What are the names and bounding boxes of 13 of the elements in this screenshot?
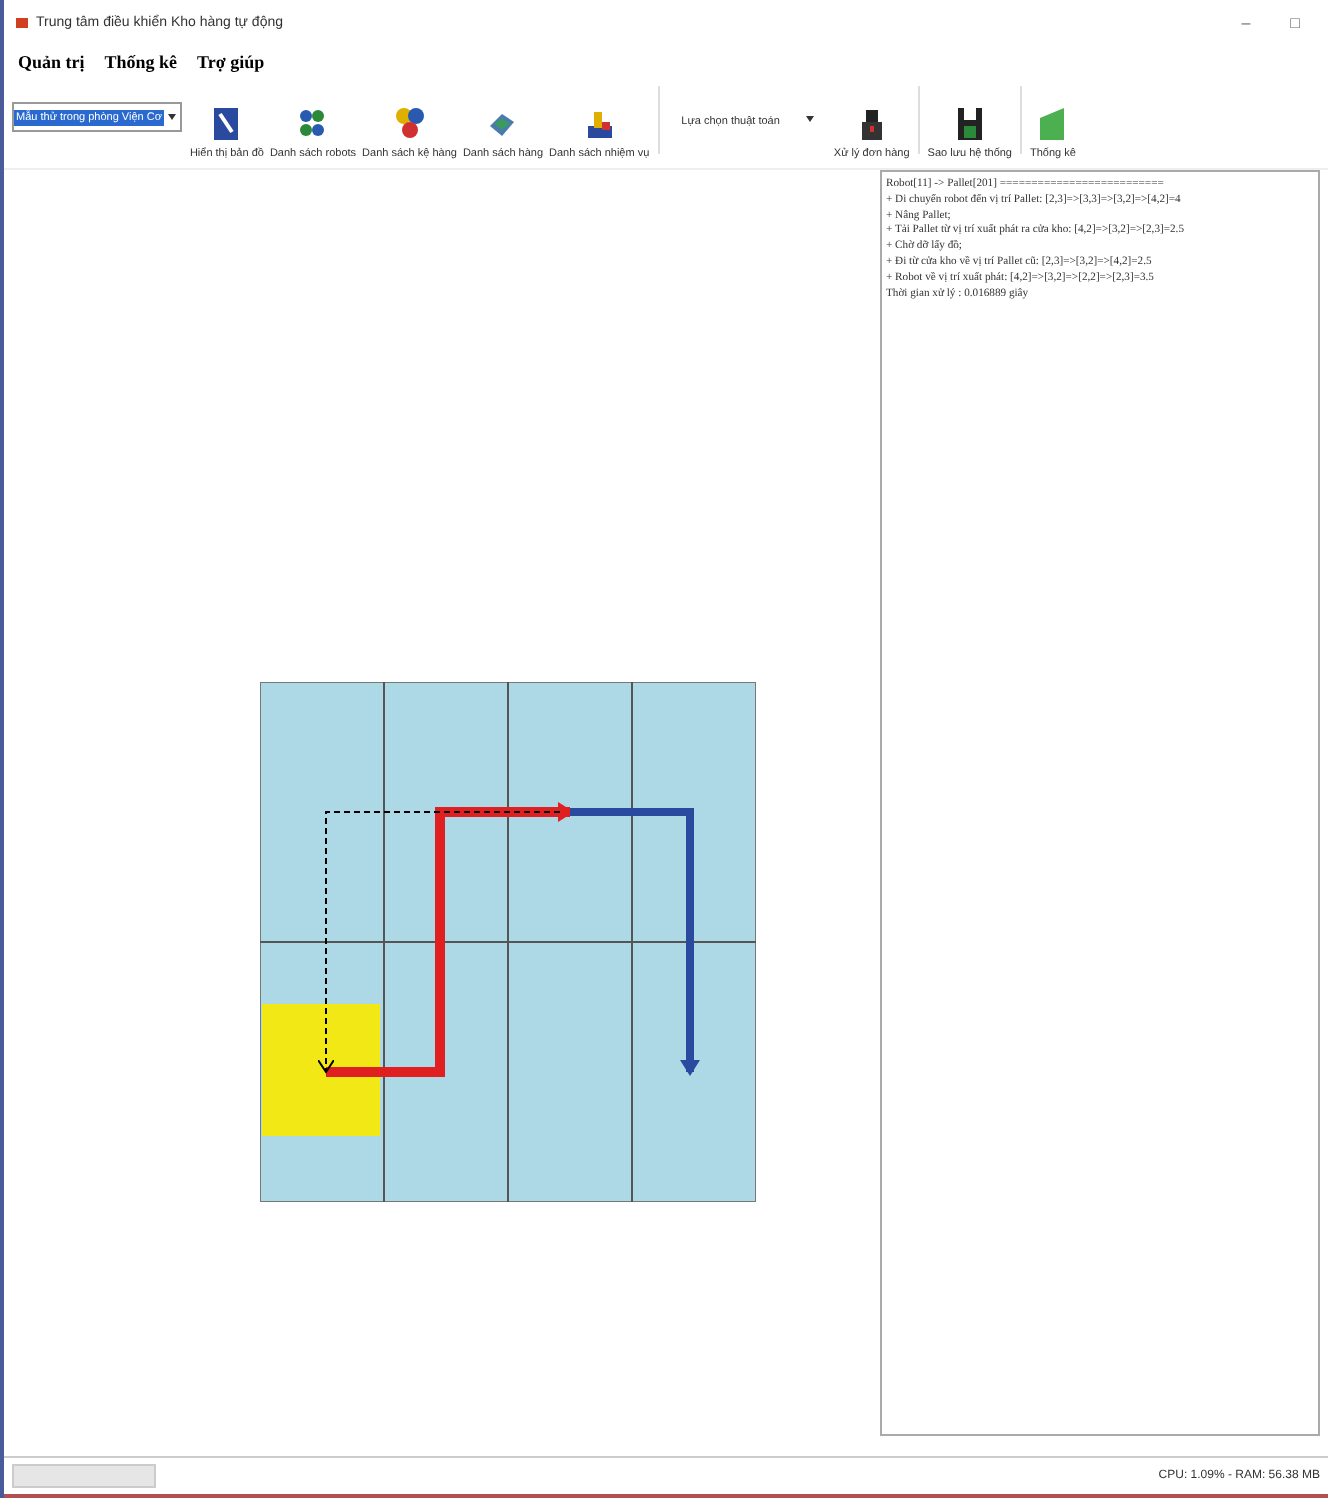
flag-icon xyxy=(1036,106,1069,142)
blocks-icon xyxy=(583,106,616,142)
menu-item[interactable]: Quản trị xyxy=(12,48,91,76)
menu-item[interactable]: Thống kê xyxy=(98,48,184,76)
window-control-button[interactable]: □ xyxy=(1274,13,1316,31)
save-icon xyxy=(953,106,986,142)
dots-icon xyxy=(296,106,329,142)
menu-item[interactable]: Trợ giúp xyxy=(191,48,271,76)
dropdown-arrow-icon xyxy=(805,116,814,122)
dropdown-arrow-icon xyxy=(167,114,176,120)
window-control-button[interactable]: – xyxy=(1225,13,1267,31)
app-icon xyxy=(16,17,28,27)
balls-icon xyxy=(393,106,426,142)
